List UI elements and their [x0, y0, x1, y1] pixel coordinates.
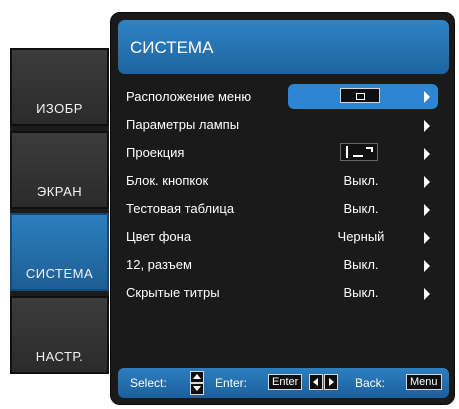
menu-item-lamp-settings[interactable]: Параметры лампы	[111, 111, 456, 139]
right-key-icon	[324, 374, 338, 390]
enter-hint-label: Enter:	[215, 376, 248, 390]
up-down-keys-icon	[190, 371, 204, 395]
tab-image-label: ИЗОБР	[36, 101, 83, 116]
menu-item-value: Выкл.	[343, 201, 379, 216]
tab-settings-label: НАСТР.	[35, 349, 84, 364]
selection-highlight[interactable]	[288, 84, 438, 109]
menu-item-label: Проекция	[126, 145, 185, 160]
arrow-right-icon[interactable]	[424, 204, 430, 216]
arrow-right-icon[interactable]	[424, 148, 430, 160]
select-hint-label: Select:	[130, 376, 167, 390]
menu-item-label: 12, разъем	[126, 257, 192, 272]
projection-icon	[340, 143, 378, 161]
key-hint-bar: Select: Enter: Enter Back: Menu	[118, 368, 449, 398]
menu-item-background-color[interactable]: Цвет фона Черный	[111, 223, 456, 251]
menu-item-label: Расположение меню	[126, 89, 252, 104]
menu-position-icon	[340, 88, 380, 103]
menu-item-value: Выкл.	[343, 173, 379, 188]
arrow-right-icon[interactable]	[424, 232, 430, 244]
tab-system-label: СИСТЕМА	[25, 266, 94, 281]
menu-item-key-lock[interactable]: Блок. кнопкок Выкл.	[111, 167, 456, 195]
menu-item-label: Параметры лампы	[126, 117, 240, 132]
menu-item-value: Выкл.	[343, 257, 379, 272]
menu-item-value: Выкл.	[343, 285, 379, 300]
page-title: СИСТЕМА	[130, 38, 214, 57]
tab-settings[interactable]: НАСТР.	[10, 296, 109, 374]
menu-item-closed-captions[interactable]: Скрытые титры Выкл.	[111, 279, 456, 307]
back-hint-label: Back:	[355, 376, 386, 390]
arrow-right-icon[interactable]	[424, 288, 430, 300]
tab-screen[interactable]: ЭКРАН	[10, 131, 109, 209]
menu-item-label: Блок. кнопкок	[126, 173, 209, 188]
arrow-right-icon[interactable]	[424, 91, 430, 103]
menu-item-value: Черный	[337, 229, 385, 244]
menu-key-icon: Menu	[406, 374, 442, 390]
osd-panel: СИСТЕМА Расположение меню Параметры ламп…	[110, 12, 455, 405]
arrow-right-icon[interactable]	[424, 260, 430, 272]
menu-item-label: Тестовая таблица	[126, 201, 235, 216]
tab-column: ИЗОБР ЭКРАН СИСТЕМА НАСТР.	[10, 48, 109, 374]
arrow-right-icon[interactable]	[424, 120, 430, 132]
panel-header: СИСТЕМА	[118, 20, 449, 74]
enter-key-icon: Enter	[268, 374, 303, 390]
tab-image[interactable]: ИЗОБР	[10, 48, 109, 126]
menu-item-label: Скрытые титры	[126, 285, 220, 300]
left-key-icon	[309, 374, 323, 390]
menu-item-menu-position[interactable]: Расположение меню	[111, 83, 456, 111]
menu-item-projection[interactable]: Проекция	[111, 139, 456, 167]
tab-system[interactable]: СИСТЕМА	[10, 213, 109, 291]
arrow-right-icon[interactable]	[424, 176, 430, 188]
tab-screen-label: ЭКРАН	[36, 184, 83, 199]
menu-item-12v-trigger[interactable]: 12, разъем Выкл.	[111, 251, 456, 279]
menu-item-test-pattern[interactable]: Тестовая таблица Выкл.	[111, 195, 456, 223]
menu-item-label: Цвет фона	[126, 229, 192, 244]
